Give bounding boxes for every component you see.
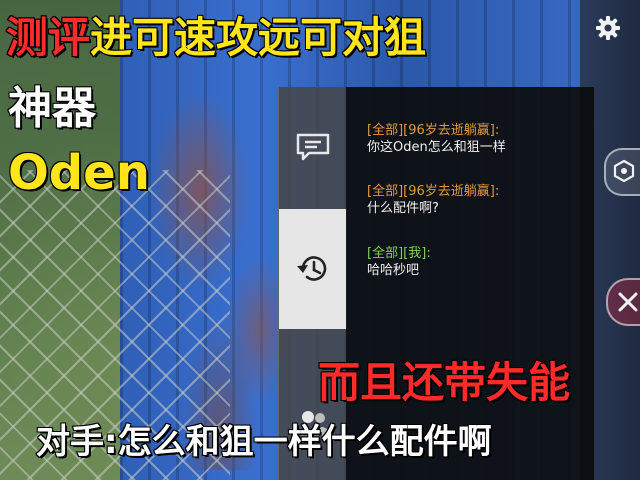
chat-bubble-icon (296, 133, 330, 161)
chat-separator: : (494, 184, 500, 199)
chat-sender[interactable]: [我] (403, 246, 426, 261)
hex-marker-icon (613, 159, 635, 183)
chat-separator: : (426, 246, 431, 261)
chat-message: [全部][96岁去逝躺赢]: 你这Oden怎么和狙一样 (367, 122, 587, 156)
close-icon (618, 292, 638, 312)
chat-channel: [全部] (367, 123, 404, 138)
settings-button[interactable] (592, 12, 624, 44)
title-red-text: 测评 (5, 12, 91, 63)
subtitle-line1: 神器 (7, 82, 97, 135)
gear-icon (596, 16, 620, 40)
chat-message-header: [全部][96岁去逝躺赢]: (367, 122, 587, 139)
chat-message-text: 哈哈秒吧 (367, 263, 420, 278)
subtitle-line2: Oden (7, 144, 151, 202)
tab-chat[interactable] (279, 87, 347, 207)
chat-sender[interactable]: [96岁去逝躺赢] (403, 184, 495, 199)
chat-message: [全部][我]: 哈哈秒吧 (367, 245, 587, 279)
close-chat-button[interactable] (606, 278, 640, 326)
chat-message-header: [全部][96岁去逝躺赢]: (367, 183, 587, 200)
tab-history[interactable] (279, 209, 347, 329)
bottom-caption: 对手:怎么和狙一样什么配件啊 (35, 421, 493, 463)
title-caption: 测评进可速攻远可对狙 (5, 10, 427, 66)
chat-sender[interactable]: [96岁去逝躺赢] (403, 123, 495, 138)
highlight-caption: 而且还带失能 (317, 357, 571, 408)
chat-channel: [全部] (367, 184, 404, 199)
marker-button[interactable] (604, 148, 640, 196)
chat-separator: : (494, 123, 500, 138)
chat-message-text: 什么配件啊? (367, 201, 439, 216)
history-clock-icon (297, 256, 327, 281)
chat-channel: [全部] (367, 246, 404, 261)
title-yellow-text: 进可速攻远可对狙 (89, 12, 427, 63)
chat-message: [全部][96岁去逝躺赢]: 什么配件啊? (367, 183, 587, 217)
chat-message-header: [全部][我]: (367, 245, 587, 262)
chat-message-text: 你这Oden怎么和狙一样 (367, 140, 506, 155)
